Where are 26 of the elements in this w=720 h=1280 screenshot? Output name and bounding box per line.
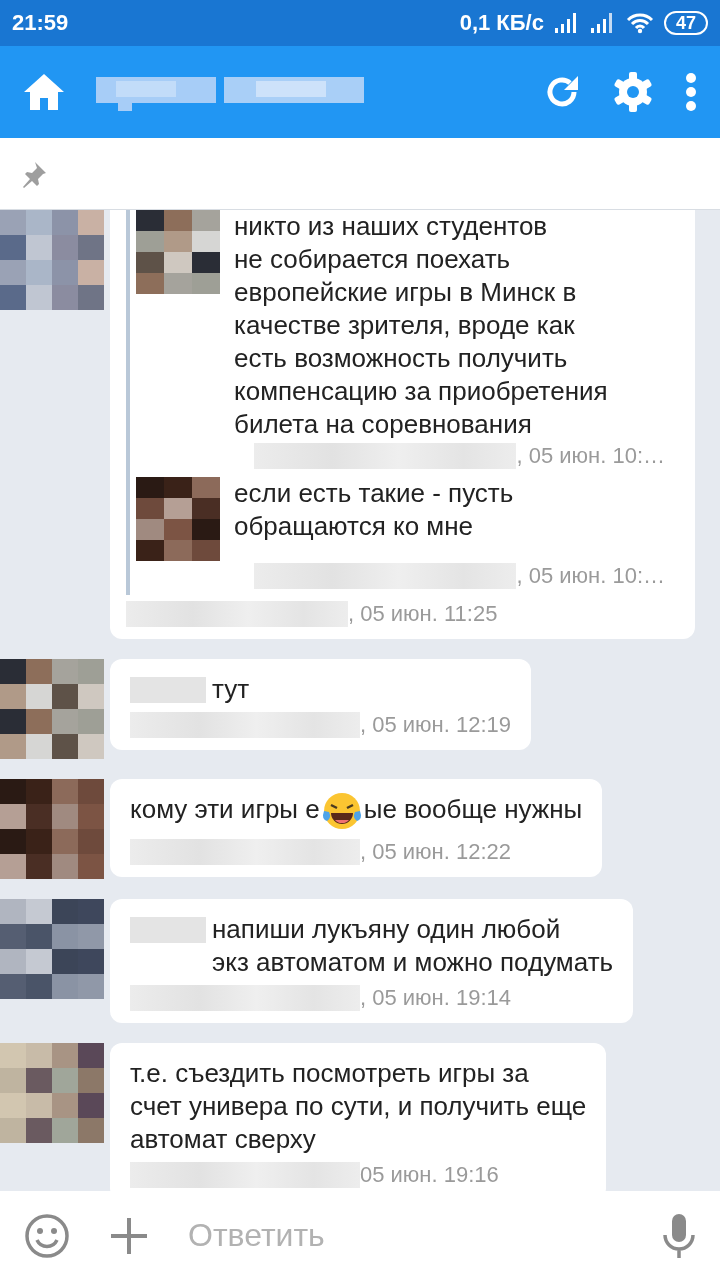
message-text: кому эти игры е bbox=[130, 793, 320, 826]
message-time: , 05 июн. 12:22 bbox=[360, 839, 512, 865]
message-text: напиши лукъяну один любой экз автоматом и можно подумать bbox=[212, 913, 614, 979]
message-time: , 05 июн. 10:… bbox=[516, 563, 665, 589]
wifi-icon bbox=[625, 12, 654, 34]
message-text: ые вообще нужны bbox=[363, 793, 583, 826]
message-time: , 05 июн. 11:25 bbox=[348, 601, 498, 627]
message-text: т.е. съездить посмотреть игры за счет универа по сути, и получить еще автомат сверху bbox=[130, 1057, 587, 1156]
message-time: 05 июн. 19:16 bbox=[360, 1162, 499, 1188]
message-time: , 05 июн. 10:… bbox=[516, 443, 665, 469]
more-icon[interactable] bbox=[684, 72, 698, 112]
emoji-icon[interactable] bbox=[24, 1212, 70, 1259]
home-icon[interactable] bbox=[22, 72, 66, 112]
microphone-icon[interactable] bbox=[662, 1212, 696, 1259]
network-speed: 0,1 КБ/с bbox=[459, 10, 544, 36]
quoted-message-text: если есть такие - пусть обращаются ко мне bbox=[234, 477, 514, 543]
message-text: тут bbox=[212, 673, 250, 706]
pin-icon[interactable] bbox=[20, 159, 48, 188]
message-time: , 05 июн. 12:19 bbox=[360, 712, 512, 738]
clock: 21:59 bbox=[12, 10, 69, 36]
quoted-message-text: никто из наших студентов не собирается поехать европейские игры в Минск в качестве зрителя, вроде как есть возможность получить компенсацию за приобретения билета на соревнования bbox=[234, 210, 608, 441]
add-icon[interactable] bbox=[110, 1216, 148, 1255]
message-time: , 05 июн. 19:14 bbox=[360, 985, 512, 1011]
battery-level: 47 bbox=[663, 11, 708, 35]
reply-bar[interactable]: Ответить bbox=[0, 1191, 720, 1280]
settings-icon[interactable] bbox=[612, 71, 654, 113]
